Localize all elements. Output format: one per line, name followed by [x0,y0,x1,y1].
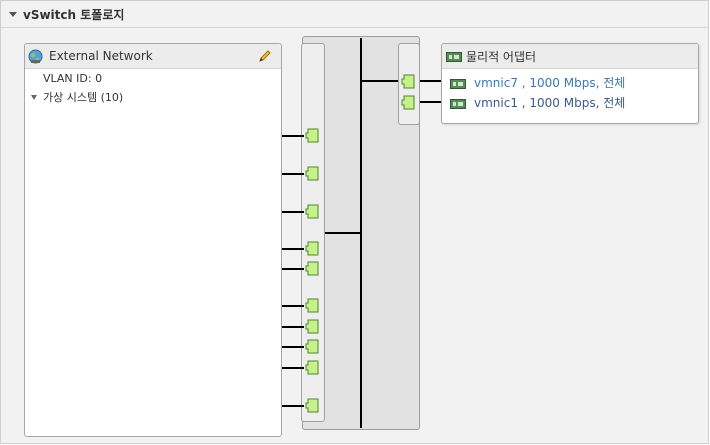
uplink-connector [361,80,398,82]
switch-bus-connector [325,232,361,234]
port-icon[interactable] [305,360,321,375]
port-icon[interactable] [305,204,321,219]
vm-systems-toggle[interactable]: 가상 시스템 (10) [31,89,123,105]
adapter-row-vmnic1[interactable]: vmnic1 , 1000 Mbps, 전체 [450,94,625,111]
panel-header[interactable]: vSwitch 토폴로지 [1,1,708,28]
port-icon[interactable] [305,319,321,334]
port-icon[interactable] [305,261,321,276]
physical-adapters-card[interactable]: 물리적 어댑터 vmnic7 , 1000 Mbps, 전체 vmnic1 , … [441,43,699,124]
port-icon[interactable] [305,241,321,256]
vlan-id-label: VLAN ID: 0 [43,72,103,85]
port-icon[interactable] [401,74,417,89]
adapters-title: 물리적 어댑터 [466,49,537,64]
nic-icon [450,78,466,89]
collapse-caret-icon[interactable] [9,11,17,17]
vm-port-line [282,248,304,250]
port-group-header: External Network [25,44,281,69]
adapters-header: 물리적 어댑터 [442,44,698,69]
port-icon[interactable] [305,398,321,413]
vm-port-line [282,305,304,307]
nic-icon [446,51,462,62]
vm-port-line [282,346,304,348]
vm-systems-label: 가상 시스템 (10) [43,91,124,104]
adapter-row-vmnic7[interactable]: vmnic7 , 1000 Mbps, 전체 [450,74,625,91]
vm-port-line [282,173,304,175]
port-icon[interactable] [305,339,321,354]
port-group-name: External Network [49,49,153,63]
panel-title: vSwitch 토폴로지 [23,7,125,22]
port-group-card[interactable]: External Network VLAN ID: 0 가상 시스템 (10) [24,43,282,437]
vm-port-line [282,405,304,407]
uplink-line-1 [420,80,442,82]
pencil-edit-icon[interactable] [257,48,273,64]
vm-port-line [282,135,304,137]
vm-port-line [282,326,304,328]
vm-port-line [282,268,304,270]
nic-icon [450,98,466,109]
port-icon[interactable] [401,95,417,110]
adapter-label[interactable]: vmnic7 , 1000 Mbps, 전체 [474,74,625,91]
port-icon[interactable] [305,128,321,143]
port-icon[interactable] [305,166,321,181]
adapter-label[interactable]: vmnic1 , 1000 Mbps, 전체 [474,94,625,111]
expand-caret-icon[interactable] [31,94,37,100]
port-icon[interactable] [305,298,321,313]
vm-port-line [282,211,304,213]
uplink-line-2 [420,101,442,103]
vm-port-line [282,367,304,369]
globe-network-icon [28,49,43,64]
